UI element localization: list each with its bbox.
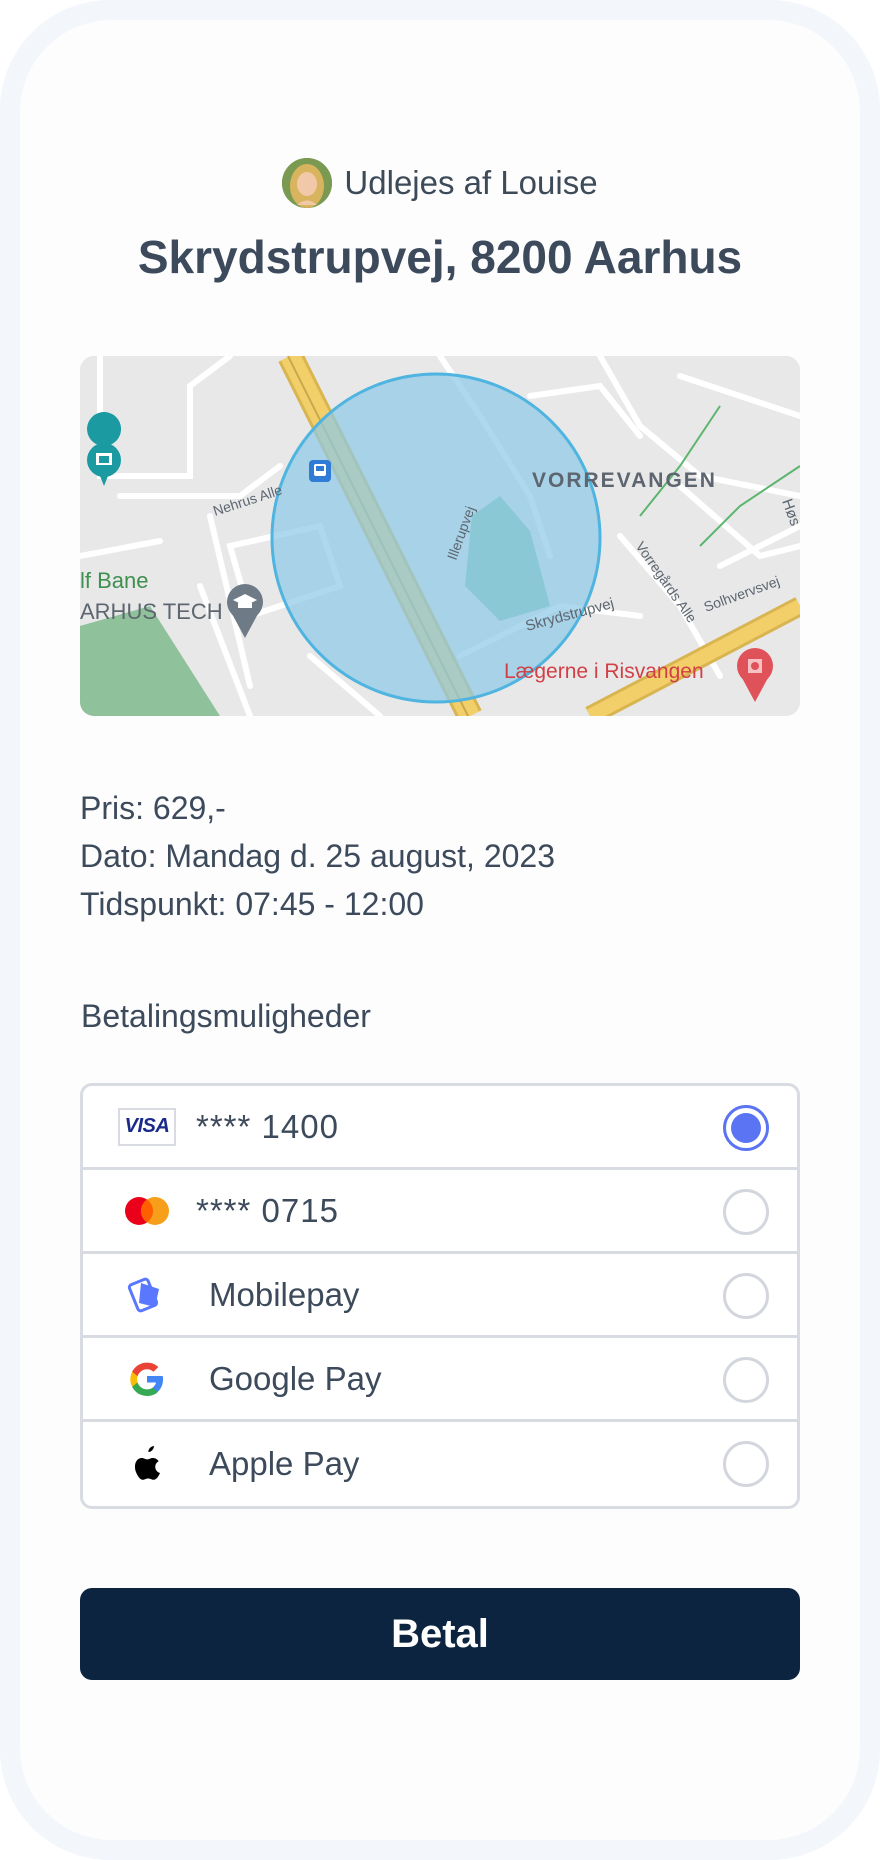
apple-icon bbox=[116, 1442, 178, 1486]
payment-option-label: Google Pay bbox=[209, 1359, 382, 1397]
transit-icon bbox=[309, 460, 331, 482]
radio-unselected[interactable] bbox=[723, 1273, 769, 1319]
visa-icon: VISA bbox=[116, 1105, 178, 1149]
map-label-bane: lf Bane bbox=[80, 568, 149, 593]
mobilepay-icon bbox=[116, 1273, 178, 1317]
payment-option-label: Mobilepay bbox=[209, 1275, 360, 1313]
page-title: Skrydstrupvej, 8200 Aarhus bbox=[137, 231, 743, 283]
map-label-tech: ARHUS TECH bbox=[80, 599, 223, 624]
radio-unselected[interactable] bbox=[723, 1189, 769, 1235]
radio-unselected[interactable] bbox=[723, 1441, 769, 1487]
pay-button[interactable]: Betal bbox=[80, 1588, 800, 1680]
payment-options: VISA **** 1400 **** 0715 Mobilepay Googl… bbox=[80, 1083, 800, 1509]
radio-selected[interactable] bbox=[723, 1105, 769, 1151]
host-row: Udlejes af Louise bbox=[0, 158, 880, 208]
payment-option-label: **** 1400 bbox=[196, 1107, 339, 1145]
map-label-clinic: Lægerne i Risvangen bbox=[504, 660, 704, 683]
payment-option-google-pay[interactable]: Google Pay bbox=[83, 1338, 797, 1422]
avatar bbox=[282, 158, 333, 208]
payment-section-label: Betalingsmuligheder bbox=[81, 998, 371, 1034]
payment-option-mobilepay[interactable]: Mobilepay bbox=[83, 1254, 797, 1338]
map-label-district: VORREVANGEN bbox=[532, 469, 717, 492]
location-radius bbox=[270, 372, 602, 704]
date-text: Dato: Mandag d. 25 august, 2023 bbox=[80, 838, 556, 874]
payment-option-label: Apple Pay bbox=[209, 1445, 360, 1482]
price-text: Pris: 629,- bbox=[80, 790, 226, 826]
host-label: Udlejes af Louise bbox=[344, 164, 598, 201]
payment-option-mastercard[interactable]: **** 0715 bbox=[83, 1170, 797, 1254]
google-icon bbox=[116, 1357, 178, 1401]
payment-option-label: **** 0715 bbox=[196, 1191, 339, 1229]
phone-screen bbox=[20, 20, 860, 1840]
mastercard-icon bbox=[116, 1189, 178, 1233]
radio-unselected[interactable] bbox=[723, 1357, 769, 1403]
payment-option-visa[interactable]: VISA **** 1400 bbox=[83, 1086, 797, 1170]
location-map[interactable]: VORREVANGEN Nehrus Alle Illerupvej Skryd… bbox=[80, 356, 800, 716]
time-text: Tidspunkt: 07:45 - 12:00 bbox=[80, 886, 424, 922]
payment-option-apple-pay[interactable]: Apple Pay bbox=[83, 1422, 797, 1506]
booking-details: Pris: 629,- Dato: Mandag d. 25 august, 2… bbox=[80, 784, 555, 928]
